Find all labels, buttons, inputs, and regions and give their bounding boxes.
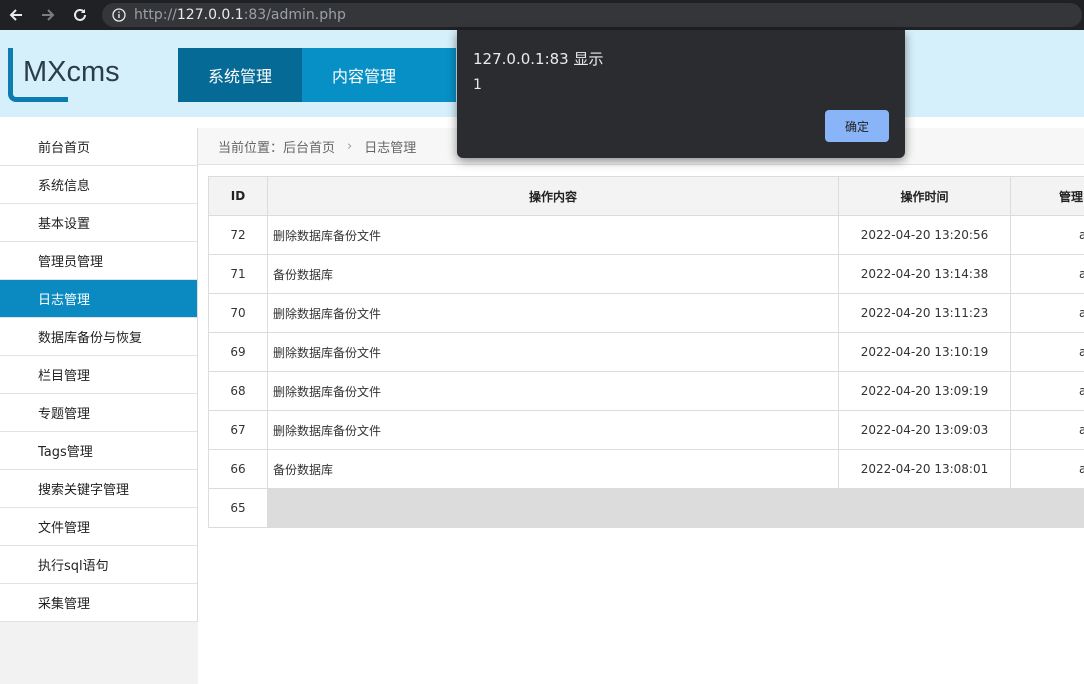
- cell-content: 备份数据库: [267, 449, 839, 489]
- table-row: 70 删除数据库备份文件 2022-04-20 13:11:23 a: [208, 293, 1084, 333]
- sidebar: 前台首页 系统信息 基本设置 管理员管理 日志管理 数据库备份与恢复 栏目管理 …: [0, 128, 198, 684]
- table-row: 71 备份数据库 2022-04-20 13:14:38 a: [208, 254, 1084, 294]
- header-id: ID: [208, 176, 268, 216]
- top-nav: 系统管理 内容管理: [178, 48, 457, 102]
- table-row: 67 删除数据库备份文件 2022-04-20 13:09:03 a: [208, 410, 1084, 450]
- sidebar-item-topics[interactable]: 专题管理: [0, 394, 197, 432]
- header-admin: 管理: [1010, 176, 1084, 216]
- log-table-container: ID 操作内容 操作时间 管理 72 删除数据库备份文件 2022-04-20 …: [208, 176, 1084, 528]
- table-header-row: ID 操作内容 操作时间 管理: [208, 176, 1084, 216]
- cell-id: 72: [208, 215, 268, 255]
- cell-time: 2022-04-20 13:09:19: [838, 371, 1011, 411]
- cell-id: 68: [208, 371, 268, 411]
- cell-time: 2022-04-20 13:10:19: [838, 332, 1011, 372]
- alert-dialog: 127.0.0.1:83 显示 1 确定: [457, 30, 905, 158]
- sidebar-item-collect[interactable]: 采集管理: [0, 584, 197, 622]
- sidebar-item-basic-settings[interactable]: 基本设置: [0, 204, 197, 242]
- cell-content: 删除数据库备份文件: [267, 410, 839, 450]
- nav-more[interactable]: [426, 48, 457, 102]
- cell-admin: a: [1010, 449, 1084, 489]
- table-row: 65: [208, 488, 1084, 528]
- dialog-title: 127.0.0.1:83 显示: [473, 50, 604, 68]
- cell-admin: a: [1010, 254, 1084, 294]
- cell-id: 70: [208, 293, 268, 333]
- reload-icon[interactable]: [64, 0, 96, 30]
- sidebar-item-columns[interactable]: 栏目管理: [0, 356, 197, 394]
- cell-id: 65: [208, 488, 268, 528]
- cell-content: 删除数据库备份文件: [267, 371, 839, 411]
- browser-toolbar: http://127.0.0.1:83/admin.php: [0, 0, 1084, 30]
- sidebar-item-sql[interactable]: 执行sql语句: [0, 546, 197, 584]
- cell-admin: a: [1010, 410, 1084, 450]
- ok-button[interactable]: 确定: [825, 110, 889, 142]
- forward-icon[interactable]: [32, 0, 64, 30]
- breadcrumb-home[interactable]: 后台首页: [283, 137, 335, 156]
- header-time: 操作时间: [838, 176, 1011, 216]
- cell-time: 2022-04-20 13:11:23: [838, 293, 1011, 333]
- table-row: 66 备份数据库 2022-04-20 13:08:01 a: [208, 449, 1084, 489]
- cell-id: 66: [208, 449, 268, 489]
- cell-content: 删除数据库备份文件: [267, 215, 839, 255]
- sidebar-list: 前台首页 系统信息 基本设置 管理员管理 日志管理 数据库备份与恢复 栏目管理 …: [0, 128, 198, 622]
- cell-time: 2022-04-20 13:14:38: [838, 254, 1011, 294]
- sidebar-item-files[interactable]: 文件管理: [0, 508, 197, 546]
- nav-system-management[interactable]: 系统管理: [178, 48, 303, 102]
- sidebar-item-admins[interactable]: 管理员管理: [0, 242, 197, 280]
- table-row: 69 删除数据库备份文件 2022-04-20 13:10:19 a: [208, 332, 1084, 372]
- sidebar-item-home[interactable]: 前台首页: [0, 128, 197, 166]
- cell-id: 69: [208, 332, 268, 372]
- cell-content: 备份数据库: [267, 254, 839, 294]
- breadcrumb-prefix: 当前位置：: [218, 140, 284, 156]
- nav-content-management[interactable]: 内容管理: [302, 48, 427, 102]
- cell-content: 删除数据库备份文件: [267, 293, 839, 333]
- sidebar-item-system-info[interactable]: 系统信息: [0, 166, 197, 204]
- address-bar[interactable]: http://127.0.0.1:83/admin.php: [102, 3, 1082, 27]
- breadcrumb-separator: ›: [347, 138, 353, 154]
- info-icon[interactable]: [112, 8, 126, 22]
- breadcrumb-current: 日志管理: [364, 140, 417, 156]
- logo: MXcms: [8, 48, 128, 102]
- cell-blank: [267, 488, 1084, 528]
- dialog-message: 1: [473, 77, 482, 93]
- url-text: http://127.0.0.1:83/admin.php: [134, 7, 346, 23]
- cell-id: 71: [208, 254, 268, 294]
- cell-admin: a: [1010, 332, 1084, 372]
- cell-time: 2022-04-20 13:20:56: [838, 215, 1011, 255]
- cell-time: 2022-04-20 13:08:01: [838, 449, 1011, 489]
- sidebar-item-search-keywords[interactable]: 搜索关键字管理: [0, 470, 197, 508]
- header-content: 操作内容: [267, 176, 839, 216]
- back-icon[interactable]: [0, 0, 32, 30]
- cell-admin: a: [1010, 215, 1084, 255]
- table-row: 68 删除数据库备份文件 2022-04-20 13:09:19 a: [208, 371, 1084, 411]
- cell-time: 2022-04-20 13:09:03: [838, 410, 1011, 450]
- log-table: ID 操作内容 操作时间 管理 72 删除数据库备份文件 2022-04-20 …: [208, 176, 1084, 528]
- table-row: 72 删除数据库备份文件 2022-04-20 13:20:56 a: [208, 215, 1084, 255]
- cell-admin: a: [1010, 371, 1084, 411]
- cell-admin: a: [1010, 293, 1084, 333]
- sidebar-item-db-backup[interactable]: 数据库备份与恢复: [0, 318, 197, 356]
- sidebar-item-tags[interactable]: Tags管理: [0, 432, 197, 470]
- cell-id: 67: [208, 410, 268, 450]
- logo-text: MXcms: [23, 56, 120, 88]
- sidebar-item-logs[interactable]: 日志管理: [0, 280, 197, 318]
- cell-content: 删除数据库备份文件: [267, 332, 839, 372]
